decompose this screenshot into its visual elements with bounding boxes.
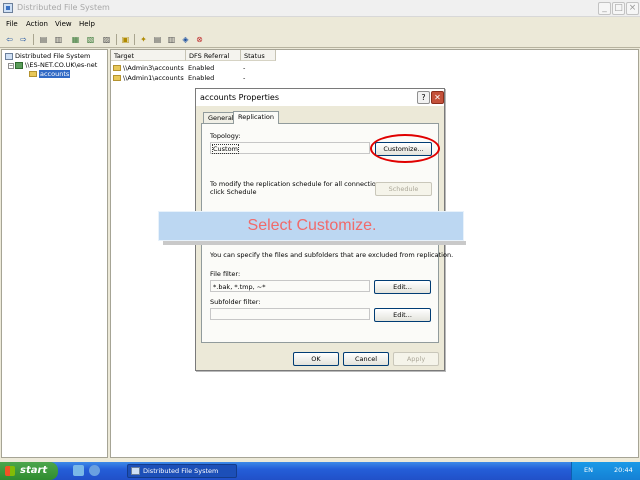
expand-toggle[interactable]: −	[8, 63, 14, 69]
table-row[interactable]: \\Admin1\accounts	[113, 74, 184, 82]
schedule-button[interactable]: Schedule	[375, 182, 432, 196]
column-status[interactable]: Status	[241, 50, 276, 61]
tree-root-label: Distributed File System	[15, 52, 91, 60]
new-root-icon[interactable]: ▣	[120, 34, 131, 45]
quicklaunch-desktop-icon[interactable]	[73, 465, 84, 476]
callout-text: Select Customize.	[247, 217, 377, 234]
tree-accounts[interactable]: accounts	[29, 70, 71, 78]
toolbar: ⇦ ⇨ ▤ ▥ ▦ ▧ ▨ ▣ ✦ ▤ ▥ ◈ ⊗	[0, 31, 640, 48]
quicklaunch-ie-icon[interactable]	[89, 465, 100, 476]
file-filter-edit-button[interactable]: Edit...	[374, 280, 431, 294]
row-status: -	[243, 74, 246, 82]
folder-icon	[29, 71, 37, 77]
app-icon	[3, 3, 13, 13]
topology-value: Custom	[212, 144, 239, 154]
menu-bar: File Action View Help	[0, 17, 640, 31]
title-bar: Distributed File System _ □ ×	[0, 0, 640, 17]
close-button[interactable]: ×	[626, 2, 639, 15]
tree-accounts-label: accounts	[39, 70, 71, 78]
windows-flag-icon	[5, 466, 15, 476]
start-label: start	[20, 465, 48, 476]
dialog-title-bar: accounts Properties ? ✕	[196, 89, 444, 106]
new-link-icon[interactable]: ✦	[138, 34, 149, 45]
table-row[interactable]: \\Admin3\accounts	[113, 64, 184, 72]
system-tray: EN 20:44	[571, 462, 640, 480]
menu-file[interactable]: File	[6, 20, 18, 28]
row-target: \\Admin3\accounts	[123, 64, 184, 72]
dialog-title: accounts Properties	[200, 93, 280, 102]
console-tree: Distributed File System − \\ES-NET.CO.UK…	[1, 49, 108, 458]
minimize-button[interactable]: _	[598, 2, 611, 15]
column-dfs-referral[interactable]: DFS Referral	[186, 50, 241, 61]
schedule-text: To modify the replication schedule for a…	[210, 180, 386, 188]
replication-icon[interactable]: ▥	[166, 34, 177, 45]
target-icon	[113, 75, 121, 81]
dialog-close-button[interactable]: ✕	[431, 91, 444, 104]
taskbar-item-dfs[interactable]: Distributed File System	[127, 464, 237, 478]
cancel-button[interactable]: Cancel	[343, 352, 389, 366]
menu-action[interactable]: Action	[26, 20, 48, 28]
toolbar-separator	[33, 34, 34, 45]
tree-root[interactable]: Distributed File System	[5, 52, 90, 60]
maximize-button[interactable]: □	[612, 2, 625, 15]
clock: 20:44	[614, 466, 633, 474]
apply-button[interactable]: Apply	[393, 352, 439, 366]
row-target: \\Admin1\accounts	[123, 74, 184, 82]
app-window: Distributed File System _ □ × File Actio…	[0, 0, 640, 480]
check-status-icon[interactable]: ◈	[180, 34, 191, 45]
customize-button[interactable]: Customize...	[375, 142, 432, 156]
topology-label: Topology:	[210, 132, 241, 140]
help-button[interactable]: ?	[417, 91, 430, 104]
file-filter-field: *.bak, *.tmp, ~*	[210, 280, 370, 292]
console-tree-icon[interactable]: ▤	[38, 34, 49, 45]
add-target-icon[interactable]: ▤	[152, 34, 163, 45]
tab-replication[interactable]: Replication	[233, 111, 279, 124]
toolbar-separator	[116, 34, 117, 45]
instruction-callout: Select Customize.	[158, 211, 464, 241]
target-icon	[113, 65, 121, 71]
tree-domain[interactable]: \\ES-NET.CO.UK\es-net	[15, 61, 97, 69]
exclude-text: You can specify the files and subfolders…	[210, 251, 454, 259]
file-filter-label: File filter:	[210, 270, 241, 278]
menu-help[interactable]: Help	[79, 20, 95, 28]
window-title: Distributed File System	[17, 3, 110, 12]
taskbar-item-label: Distributed File System	[143, 467, 219, 475]
subfolder-filter-edit-button[interactable]: Edit...	[374, 308, 431, 322]
menu-view[interactable]: View	[55, 20, 72, 28]
dfs-task-icon	[131, 467, 140, 475]
properties-icon[interactable]: ▥	[53, 34, 64, 45]
subfolder-filter-label: Subfolder filter:	[210, 298, 261, 306]
export-icon[interactable]: ▧	[85, 34, 96, 45]
schedule-text-2: click Schedule	[210, 188, 257, 196]
help-icon[interactable]: ▨	[101, 34, 112, 45]
callout-shadow	[163, 241, 466, 245]
language-indicator[interactable]: EN	[584, 466, 593, 474]
taskbar: start Distributed File System EN 20:44	[0, 462, 640, 480]
topology-field: Custom	[210, 142, 370, 154]
remove-icon[interactable]: ⊗	[194, 34, 205, 45]
row-referral: Enabled	[188, 64, 215, 72]
domain-root-icon	[15, 61, 23, 69]
row-referral: Enabled	[188, 74, 215, 82]
row-status: -	[243, 64, 246, 72]
column-target[interactable]: Target	[111, 50, 186, 61]
subfolder-filter-field	[210, 308, 370, 320]
tree-domain-label: \\ES-NET.CO.UK\es-net	[25, 61, 98, 69]
forward-icon[interactable]: ⇨	[18, 34, 29, 45]
ok-button[interactable]: OK	[293, 352, 339, 366]
refresh-icon[interactable]: ▦	[70, 34, 81, 45]
back-icon[interactable]: ⇦	[4, 34, 15, 45]
toolbar-separator	[134, 34, 135, 45]
dfs-icon	[5, 52, 13, 60]
start-button[interactable]: start	[0, 462, 58, 480]
